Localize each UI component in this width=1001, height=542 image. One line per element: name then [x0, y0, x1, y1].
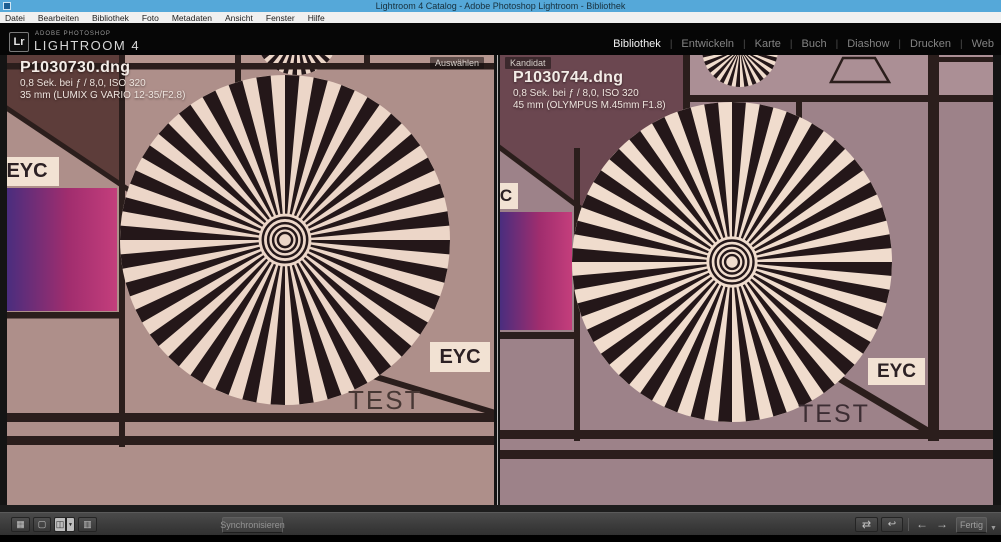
menu-ansicht[interactable]: Ansicht [225, 13, 253, 23]
done-dropdown-button[interactable]: ▼ [990, 521, 997, 536]
filmstrip-collapsed[interactable] [0, 535, 1001, 542]
menu-bar: Datei Bearbeiten Bibliothek Foto Metadat… [0, 12, 1001, 23]
brand-lightroom-4: LIGHTROOM 4 [34, 38, 141, 53]
window-title: Lightroom 4 Catalog - Adobe Photoshop Li… [375, 1, 626, 11]
previous-photo-button[interactable]: ← [916, 517, 928, 532]
pane-divider[interactable] [497, 55, 498, 505]
chart-label-eyc: EYC [868, 358, 925, 385]
chart-label-c-partial: C [500, 183, 518, 209]
module-separator: | [669, 38, 673, 50]
module-separator: | [789, 38, 793, 50]
module-diashow[interactable]: Diashow [847, 38, 889, 50]
select-lens: 35 mm (LUMIX G VARIO 12-35/F2.8) [20, 90, 186, 101]
select-photo-info: P1030730.dng 0,8 Sek. bei ƒ / 8,0, ISO 3… [20, 59, 185, 101]
chart-label-test: TEST [798, 400, 870, 428]
menu-fenster[interactable]: Fenster [266, 13, 295, 23]
module-separator: | [898, 38, 901, 50]
menu-hilfe[interactable]: Hilfe [308, 13, 325, 23]
candidate-lens: 45 mm (OLYMPUS M.45mm F1.8) [513, 100, 666, 111]
module-web[interactable]: Web [972, 38, 994, 50]
select-exposure: 0,8 Sek. bei ƒ / 8,0, ISO 320 [20, 78, 146, 89]
candidate-badge: Kandidat [505, 57, 551, 69]
test-chart-candidate [500, 55, 993, 505]
arrow-left-icon: ← [916, 517, 928, 531]
candidate-photo-pane[interactable]: C EYC TEST Kandidat P1030744.dng 0,8 Sek… [500, 55, 993, 505]
chart-label-eyc-right: EYC [430, 342, 490, 372]
lightroom-window: Lightroom 4 Catalog - Adobe Photoshop Li… [0, 0, 1001, 542]
grid-view-icon: ▦ [16, 519, 25, 529]
compare-view: EYC EYC TEST Auswählen P1030730.dng 0,8 … [0, 55, 1001, 512]
done-button[interactable]: Fertig [956, 517, 987, 533]
chart-label-test: TEST [348, 385, 423, 415]
swap-icon: ⇄ [861, 519, 872, 531]
title-bar: Lightroom 4 Catalog - Adobe Photoshop Li… [0, 0, 1001, 12]
candidate-photo-info: P1030744.dng 0,8 Sek. bei ƒ / 8,0, ISO 3… [513, 69, 666, 111]
compare-view-icon: ◫ [55, 519, 65, 529]
select-badge: Auswählen [430, 57, 485, 69]
toolbar-separator [908, 518, 909, 531]
module-bibliothek[interactable]: Bibliothek [613, 38, 661, 50]
chevron-down-icon: ▼ [990, 525, 997, 532]
survey-view-button[interactable]: ▥ [78, 517, 97, 532]
module-karte[interactable]: Karte [755, 38, 781, 50]
next-photo-button[interactable]: → [936, 517, 948, 532]
menu-bibliothek[interactable]: Bibliothek [92, 13, 129, 23]
select-photo-pane[interactable]: EYC EYC TEST Auswählen P1030730.dng 0,8 … [7, 55, 494, 505]
chevron-down-icon: ▼ [68, 521, 73, 528]
compare-view-button[interactable]: ◫ [54, 517, 66, 532]
module-separator: | [959, 38, 963, 50]
loupe-view-icon: ▢ [37, 519, 47, 529]
module-separator: | [835, 38, 839, 50]
module-entwickeln[interactable]: Entwickeln [681, 38, 734, 50]
test-chart-select [7, 55, 494, 505]
module-drucken[interactable]: Drucken [910, 38, 951, 50]
content-toolbar-gap [0, 505, 1001, 512]
chart-label-eyc-left: EYC [7, 157, 59, 186]
lightroom-logo: Lr [9, 32, 29, 52]
loupe-view-button[interactable]: ▢ [33, 517, 51, 532]
candidate-exposure: 0,8 Sek. bei ƒ / 8,0, ISO 320 [513, 88, 639, 99]
select-filename: P1030730.dng [20, 59, 131, 76]
menu-bearbeiten[interactable]: Bearbeiten [38, 13, 79, 23]
bottom-toolbar: ▦ ▢ ◫ ▼ ▥ Vergleichen: Zoom 1:1 Synchron… [0, 512, 1001, 535]
swap-select-candidate-button[interactable]: ⇄ [855, 517, 878, 532]
menu-metadaten[interactable]: Metadaten [172, 13, 212, 23]
module-header: Lr ADOBE PHOTOSHOP LIGHTROOM 4 Bibliothe… [0, 23, 1001, 55]
promote-icon: ↩ [887, 519, 897, 530]
module-buch[interactable]: Buch [802, 38, 827, 50]
brand-adobe-photoshop: ADOBE PHOTOSHOP [35, 31, 111, 37]
module-picker: Bibliothek | Entwickeln | Karte | Buch | Dia… [613, 38, 994, 50]
candidate-filename: P1030744.dng [513, 69, 624, 86]
grid-view-button[interactable]: ▦ [11, 517, 30, 532]
module-separator: | [743, 38, 746, 50]
menu-foto[interactable]: Foto [142, 13, 159, 23]
sync-button[interactable]: Synchronisieren [220, 517, 285, 533]
compare-view-dropdown[interactable]: ▼ [66, 517, 75, 532]
make-select-button[interactable]: ↩ [881, 517, 903, 532]
arrow-right-icon: → [936, 517, 948, 531]
menu-datei[interactable]: Datei [5, 13, 25, 23]
survey-view-icon: ▥ [83, 519, 92, 529]
